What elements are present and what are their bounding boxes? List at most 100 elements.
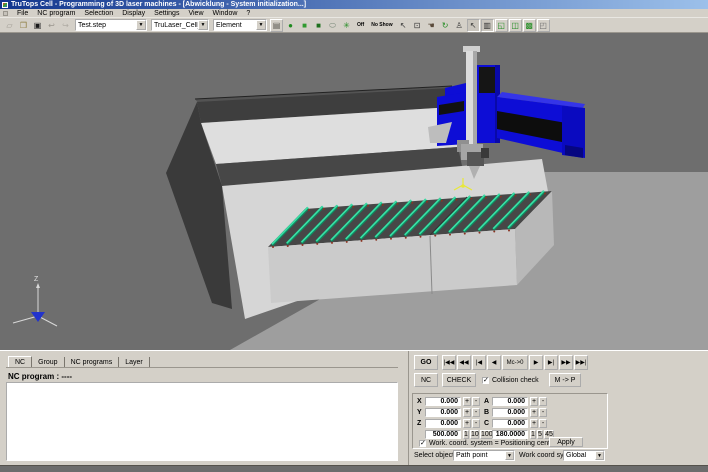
rotate-view-icon[interactable]: ↻ bbox=[439, 19, 452, 32]
menu-settings[interactable]: Settings bbox=[154, 9, 179, 18]
axis-field-Z[interactable]: 0.000 bbox=[425, 419, 461, 428]
import-view-icon[interactable]: ◱ bbox=[495, 19, 508, 32]
nc-program-list[interactable] bbox=[6, 382, 398, 461]
chevron-down-icon[interactable]: ▼ bbox=[198, 20, 208, 30]
machine-control-panel: GO |◀◀◀◀|◀◀Mc->0▶▶|▶▶▶▶| NC CHECK ✓Colli… bbox=[408, 351, 708, 465]
axis-minus-X[interactable]: - bbox=[472, 397, 480, 406]
angular-step-field[interactable]: 180.0000 bbox=[492, 430, 528, 439]
step-forward-button[interactable]: ▶| bbox=[544, 355, 558, 370]
measure-button[interactable]: ▥ bbox=[481, 19, 494, 32]
step-back-button[interactable]: |◀ bbox=[472, 355, 486, 370]
save-icon[interactable]: ▣ bbox=[31, 19, 44, 32]
nc-program-panel: NCGroupNC programsLayer NC program : ---… bbox=[0, 351, 406, 465]
hand-pick-icon: ☚ bbox=[428, 19, 435, 32]
refresh-view-icon: ▩ bbox=[525, 19, 533, 32]
axis-plus-C[interactable]: + bbox=[530, 419, 538, 428]
fast-forward-button[interactable]: ▶▶ bbox=[559, 355, 573, 370]
m-to-p-button[interactable]: M -> P bbox=[549, 373, 581, 387]
menu-selection[interactable]: Selection bbox=[84, 9, 113, 18]
check-button[interactable]: CHECK bbox=[442, 373, 476, 387]
linear-step-field[interactable]: 500.000 bbox=[425, 430, 461, 439]
3d-viewport[interactable]: Z bbox=[0, 33, 708, 350]
apply-button[interactable]: Apply bbox=[549, 437, 583, 447]
axis-minus-A[interactable]: - bbox=[539, 397, 547, 406]
wcs-checkbox-box[interactable]: ✓ bbox=[419, 440, 426, 447]
shaded-sphere-icon[interactable]: ● bbox=[284, 19, 297, 32]
jog-row-x: X0.000+-A0.000+- bbox=[409, 397, 708, 406]
model-tree-icon: ▤ bbox=[273, 19, 281, 32]
machine-combo[interactable]: TruLaser_Cell_704▼ bbox=[151, 19, 209, 31]
select-object-dropdown[interactable]: Path point ▼ bbox=[453, 450, 515, 461]
mesh-view-icon[interactable]: ✳ bbox=[340, 19, 353, 32]
open-file-icon: ❒ bbox=[20, 19, 27, 32]
refresh-view-icon[interactable]: ▩ bbox=[523, 19, 536, 32]
mannequin-icon[interactable]: ♙ bbox=[453, 19, 466, 32]
collision-check-checkbox[interactable]: ✓Collision check bbox=[482, 376, 539, 385]
menu-file[interactable]: File bbox=[17, 9, 28, 18]
axis-field-B[interactable]: 0.000 bbox=[492, 408, 528, 417]
selection-combo-value: Element bbox=[214, 22, 256, 29]
wire-ellipse-icon[interactable]: ⬭ bbox=[326, 19, 339, 32]
tile-windows-icon[interactable]: ◫ bbox=[509, 19, 522, 32]
axis-field-C[interactable]: 0.000 bbox=[492, 419, 528, 428]
mc-zero-button[interactable]: Mc->0 bbox=[502, 355, 528, 370]
pick-region-icon[interactable]: ⊡ bbox=[411, 19, 424, 32]
select-mode-button[interactable]: ↖ bbox=[467, 19, 480, 32]
menu-nc-program[interactable]: NC program bbox=[37, 9, 75, 18]
nc-button[interactable]: NC bbox=[414, 373, 438, 387]
wcs-checkbox[interactable]: ✓Work. coord. system = Positioning cente… bbox=[419, 439, 556, 448]
undo-icon[interactable]: ↩ bbox=[45, 19, 58, 32]
selection-combo[interactable]: Element▼ bbox=[213, 19, 267, 31]
axis-field-X[interactable]: 0.000 bbox=[425, 397, 461, 406]
chevron-down-icon[interactable]: ▼ bbox=[505, 451, 514, 460]
work-coord-dropdown[interactable]: Global ▼ bbox=[563, 450, 605, 461]
no-show-button[interactable]: No Show bbox=[368, 19, 395, 32]
model-tree-icon[interactable]: ▤ bbox=[270, 19, 283, 32]
axis-minus-B[interactable]: - bbox=[539, 408, 547, 417]
menu-window[interactable]: Window bbox=[213, 9, 238, 18]
main-toolbar: ▱ ❒ ▣↩↪ Test.step▼ TruLaser_Cell_704▼ Elemen… bbox=[0, 18, 708, 33]
hand-pick-icon[interactable]: ☚ bbox=[425, 19, 438, 32]
rotate-view-icon: ↻ bbox=[442, 19, 449, 32]
axis-minus-Y[interactable]: - bbox=[472, 408, 480, 417]
menu-display[interactable]: Display bbox=[122, 9, 145, 18]
axis-minus-C[interactable]: - bbox=[539, 419, 547, 428]
back-button[interactable]: ◀ bbox=[487, 355, 501, 370]
open-file-icon[interactable]: ❒ bbox=[17, 19, 30, 32]
redo-icon[interactable]: ↪ bbox=[59, 19, 72, 32]
off-button[interactable]: Off bbox=[354, 19, 367, 32]
mannequin-icon: ♙ bbox=[456, 19, 463, 32]
solid-cube-dark-icon[interactable]: ■ bbox=[312, 19, 325, 32]
forward-button[interactable]: ▶ bbox=[529, 355, 543, 370]
snapshot-icon[interactable]: ◰ bbox=[537, 19, 550, 32]
collision-checkbox-box[interactable]: ✓ bbox=[482, 377, 489, 384]
linear-step-10-button[interactable]: 10 bbox=[470, 430, 479, 439]
pick-cursor-icon[interactable]: ↖ bbox=[397, 19, 410, 32]
linear-step-1-button[interactable]: 1 bbox=[463, 430, 469, 439]
collision-check-label: Collision check bbox=[492, 377, 539, 384]
angular-step-1-button[interactable]: 1 bbox=[530, 430, 536, 439]
chevron-down-icon[interactable]: ▼ bbox=[136, 20, 146, 30]
axis-plus-X[interactable]: + bbox=[463, 397, 471, 406]
go-button[interactable]: GO bbox=[414, 355, 438, 370]
axis-field-Y[interactable]: 0.000 bbox=[425, 408, 461, 417]
axis-plus-A[interactable]: + bbox=[530, 397, 538, 406]
axis-minus-Z[interactable]: - bbox=[472, 419, 480, 428]
axis-field-A[interactable]: 0.000 bbox=[492, 397, 528, 406]
solid-cube-icon[interactable]: ■ bbox=[298, 19, 311, 32]
menu-?[interactable]: ? bbox=[246, 9, 250, 18]
axis-plus-Z[interactable]: + bbox=[463, 419, 471, 428]
new-file-icon[interactable]: ▱ bbox=[3, 19, 16, 32]
solid-cube-icon: ■ bbox=[302, 19, 307, 32]
axis-plus-Y[interactable]: + bbox=[463, 408, 471, 417]
fast-back-button[interactable]: ◀◀ bbox=[457, 355, 471, 370]
axis-plus-B[interactable]: + bbox=[530, 408, 538, 417]
rewind-start-button[interactable]: |◀◀ bbox=[442, 355, 456, 370]
angular-step-5-button[interactable]: 5 bbox=[537, 430, 543, 439]
file-combo[interactable]: Test.step▼ bbox=[75, 19, 147, 31]
chevron-down-icon[interactable]: ▼ bbox=[256, 20, 266, 30]
laser-gantry[interactable] bbox=[428, 46, 585, 158]
forward-end-button[interactable]: ▶▶| bbox=[574, 355, 588, 370]
chevron-down-icon[interactable]: ▼ bbox=[595, 451, 604, 460]
menu-view[interactable]: View bbox=[188, 9, 203, 18]
